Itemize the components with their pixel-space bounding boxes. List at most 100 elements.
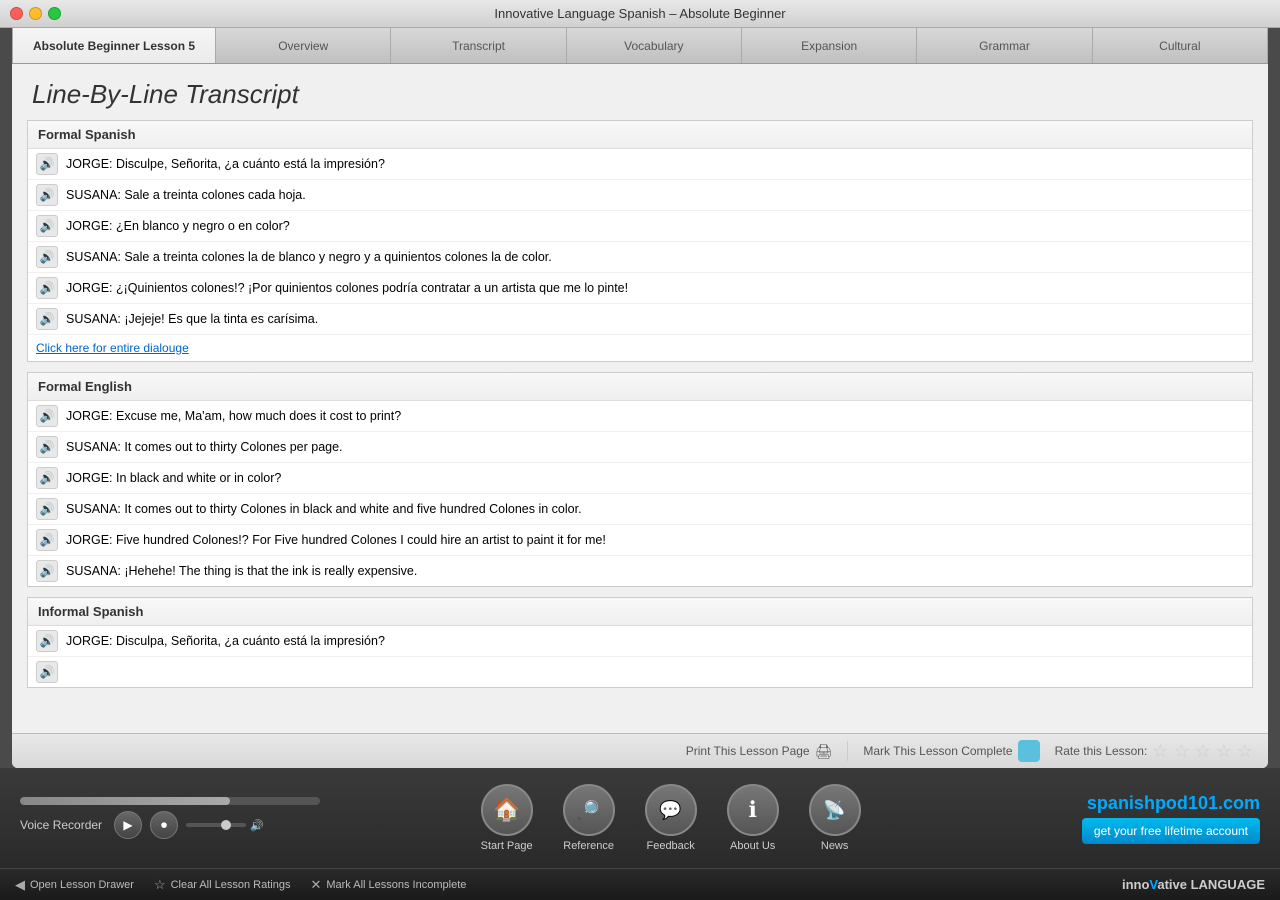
nav-start-page[interactable]: 🏠 Start Page [481,784,533,852]
transcript-text: JORGE: Five hundred Colones!? For Five h… [66,533,606,547]
star-5[interactable]: ☆ [1237,741,1253,762]
drawer-icon: ◀ [15,877,25,893]
progress-bar[interactable] [20,797,320,805]
transcript-line: 🔊 JORGE: Five hundred Colones!? For Five… [28,525,1252,556]
tab-transcript[interactable]: Transcript [391,28,566,63]
transcript-line: 🔊 JORGE: ¿En blanco y negro o en color? [28,211,1252,242]
audio-button[interactable]: 🔊 [36,184,58,206]
start-page-icon[interactable]: 🏠 [481,784,533,836]
audio-button[interactable]: 🔊 [36,630,58,652]
volume-thumb[interactable] [221,820,231,830]
close-button[interactable] [10,7,23,20]
audio-button[interactable]: 🔊 [36,405,58,427]
audio-button[interactable]: 🔊 [36,560,58,582]
transcript-text: JORGE: ¿¡Quinientos colones!? ¡Por quini… [66,281,628,295]
transcript-text: SUSANA: Sale a treinta colones cada hoja… [66,188,306,202]
audio-button[interactable]: 🔊 [36,498,58,520]
mark-complete-button[interactable]: Mark This Lesson Complete [863,740,1039,762]
player-controls: Voice Recorder ▶ ⏺ 🔊 [20,811,370,839]
transcript-text: JORGE: Disculpa, Señorita, ¿a cuánto est… [66,634,385,648]
open-drawer-label: Open Lesson Drawer [30,879,134,891]
volume-icon: 🔊 [250,819,264,832]
tab-overview[interactable]: Overview [216,28,391,63]
volume-slider[interactable]: 🔊 [186,819,264,832]
click-dialogue-link[interactable]: Click here for entire dialouge [28,335,1252,361]
transcript-line: 🔊 SUSANA: ¡Jejeje! Es que la tinta es ca… [28,304,1252,335]
tab-expansion[interactable]: Expansion [742,28,917,63]
section-formal-english: Formal English 🔊 JORGE: Excuse me, Ma'am… [27,372,1253,587]
transcript-line: 🔊 [28,657,1252,687]
innovative-logo: innoVative LANGUAGE [1122,877,1265,892]
transcript-text: SUSANA: It comes out to thirty Colones i… [66,502,582,516]
progress-bar-fill [20,797,230,805]
brand-name: spanishpod101.com [1087,793,1260,814]
branding: spanishpod101.com get your free lifetime… [1082,793,1260,844]
audio-button[interactable]: 🔊 [36,153,58,175]
clear-ratings-label: Clear All Lesson Ratings [171,879,291,891]
audio-button[interactable]: 🔊 [36,215,58,237]
active-tab[interactable]: Absolute Beginner Lesson 5 [12,28,216,63]
brand-name-text: spanishpod [1087,793,1188,813]
transcript-text: JORGE: ¿En blanco y negro o en color? [66,219,290,233]
nav-news[interactable]: 📡 News [809,784,861,852]
feedback-label: Feedback [646,840,694,852]
transcript-line: 🔊 SUSANA: It comes out to thirty Colones… [28,494,1252,525]
tab-vocabulary[interactable]: Vocabulary [567,28,742,63]
transcript-line: 🔊 SUSANA: Sale a treinta colones cada ho… [28,180,1252,211]
open-lesson-drawer-button[interactable]: ◀ Open Lesson Drawer [15,877,134,893]
rate-label: Rate this Lesson: [1055,744,1148,758]
maximize-button[interactable] [48,7,61,20]
tab-cultural[interactable]: Cultural [1093,28,1268,63]
star-3[interactable]: ☆ [1195,741,1211,762]
bottom-action-bar: Print This Lesson Page 🖨 Mark This Lesso… [12,733,1268,768]
volume-track[interactable] [186,823,246,827]
complete-label: Mark This Lesson Complete [863,744,1012,758]
audio-button[interactable]: 🔊 [36,308,58,330]
star-4[interactable]: ☆ [1216,741,1232,762]
nav-reference[interactable]: 🔎 Reference [563,784,615,852]
audio-button[interactable]: 🔊 [36,436,58,458]
nav-about-us[interactable]: ℹ About Us [727,784,779,852]
transcript-scroll[interactable]: Formal Spanish 🔊 JORGE: Disculpe, Señori… [12,120,1268,733]
transcript-text: JORGE: Disculpe, Señorita, ¿a cuánto est… [66,157,385,171]
star-1[interactable]: ☆ [1152,741,1168,762]
tab-grammar[interactable]: Grammar [917,28,1092,63]
transcript-line: 🔊 JORGE: In black and white or in color? [28,463,1252,494]
logo-text: innoVative LANGUAGE [1122,877,1265,892]
mark-incomplete-button[interactable]: ✕ Mark All Lessons Incomplete [310,877,466,893]
rate-section: Rate this Lesson: ☆ ☆ ☆ ☆ ☆ [1055,741,1253,762]
audio-button[interactable]: 🔊 [36,467,58,489]
transcript-line: 🔊 JORGE: Disculpe, Señorita, ¿a cuánto e… [28,149,1252,180]
mark-incomplete-label: Mark All Lessons Incomplete [326,879,466,891]
news-icon[interactable]: 📡 [809,784,861,836]
print-label: Print This Lesson Page [686,744,810,758]
print-button[interactable]: Print This Lesson Page 🖨 [686,743,833,760]
page-title: Line-By-Line Transcript [32,79,1248,110]
audio-button[interactable]: 🔊 [36,246,58,268]
dock: Voice Recorder ▶ ⏺ 🔊 🏠 Start Page 🔎 Refe… [0,768,1280,868]
star-2[interactable]: ☆ [1173,741,1189,762]
about-us-icon[interactable]: ℹ [727,784,779,836]
minimize-button[interactable] [29,7,42,20]
clear-ratings-button[interactable]: ☆ Clear All Lesson Ratings [154,877,291,893]
feedback-icon[interactable]: 💬 [645,784,697,836]
stop-button[interactable]: ⏺ [150,811,178,839]
section-informal-spanish: Informal Spanish 🔊 JORGE: Disculpa, Seño… [27,597,1253,688]
transcript-text: JORGE: Excuse me, Ma'am, how much does i… [66,409,401,423]
player-section: Voice Recorder ▶ ⏺ 🔊 [20,797,370,839]
start-page-label: Start Page [481,840,533,852]
section-formal-spanish: Formal Spanish 🔊 JORGE: Disculpe, Señori… [27,120,1253,362]
play-button[interactable]: ▶ [114,811,142,839]
section-header-formal-spanish: Formal Spanish [28,121,1252,149]
transcript-text: JORGE: In black and white or in color? [66,471,281,485]
transcript-line: 🔊 SUSANA: ¡Hehehe! The thing is that the… [28,556,1252,586]
audio-button[interactable]: 🔊 [36,529,58,551]
audio-button[interactable]: 🔊 [36,661,58,683]
transcript-line: 🔊 SUSANA: It comes out to thirty Colones… [28,432,1252,463]
reference-icon[interactable]: 🔎 [563,784,615,836]
audio-button[interactable]: 🔊 [36,277,58,299]
free-account-button[interactable]: get your free lifetime account [1082,818,1260,844]
star-icon: ☆ [154,877,166,893]
nav-feedback[interactable]: 💬 Feedback [645,784,697,852]
complete-checkbox[interactable] [1018,740,1040,762]
